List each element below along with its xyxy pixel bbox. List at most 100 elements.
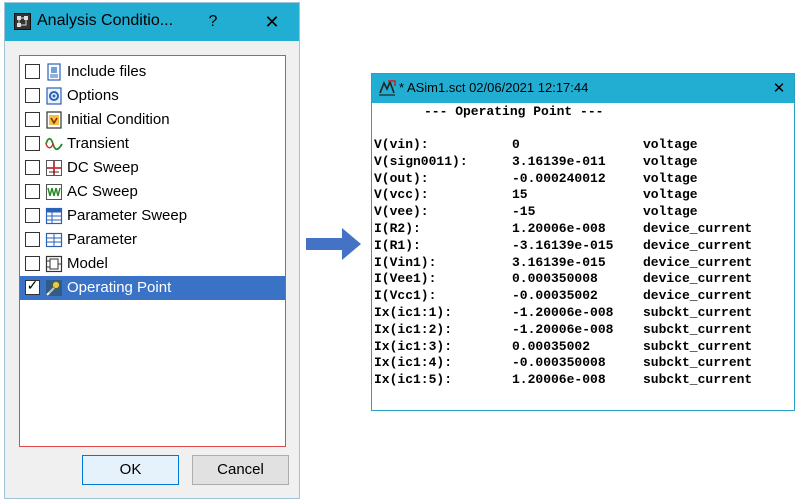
transient-checkbox[interactable]: [25, 136, 40, 151]
item-label: DC Sweep: [67, 159, 139, 176]
node-type: device_current: [643, 271, 753, 287]
node-name: I(R2):: [374, 221, 421, 236]
result-window-title: * ASim1.sct 02/06/2021 12:17:44: [399, 80, 589, 95]
item-label: Include files: [67, 63, 147, 80]
list-item-options[interactable]: Options: [20, 84, 285, 108]
right-arrow-icon: [306, 228, 361, 260]
help-button[interactable]: ?: [201, 7, 225, 37]
node-value: -0.000240012: [512, 170, 606, 186]
node-value: -0.00035002: [512, 288, 598, 304]
ac-sweep-icon: [46, 184, 62, 200]
list-item-operating-point[interactable]: ✓ Operating Point: [20, 276, 285, 300]
checkmark-icon: ✓: [26, 277, 39, 293]
node-type: subckt_current: [643, 338, 753, 354]
table-row: I(Vcc1): -0.00035002 device_current: [372, 288, 794, 305]
dc-sweep-checkbox[interactable]: [25, 160, 40, 175]
close-button[interactable]: ✕: [257, 7, 287, 37]
node-name: I(Vcc1):: [374, 288, 437, 304]
dc-sweep-icon: [46, 160, 62, 176]
node-name: I(Vee1):: [374, 271, 437, 287]
result-close-button[interactable]: ✕: [766, 74, 792, 103]
node-value: 1.20006e-008: [512, 221, 606, 236]
model-checkbox[interactable]: [25, 256, 40, 271]
table-row: I(R2): 1.20006e-008 device_current: [372, 221, 794, 238]
cancel-button[interactable]: Cancel: [192, 455, 289, 485]
parameter-icon: [45, 232, 63, 248]
node-value: 0: [512, 137, 520, 152]
node-type: device_current: [643, 237, 753, 253]
table-row: Ix(ic1:3): 0.00035002 subckt_current: [372, 339, 794, 356]
dialog-titlebar[interactable]: Analysis Conditio... ? ✕: [5, 3, 299, 41]
node-value: 0.000350008: [512, 271, 598, 287]
list-item-parameter[interactable]: Parameter: [20, 228, 285, 252]
node-name: Ix(ic1:4):: [374, 355, 453, 371]
node-type: device_current: [643, 221, 753, 236]
node-name: V(vee):: [374, 204, 429, 220]
node-name: I(R1):: [374, 237, 421, 253]
parameter-checkbox[interactable]: [25, 232, 40, 247]
operating-point-icon: [46, 280, 62, 296]
ac-sweep-checkbox[interactable]: [25, 184, 40, 199]
ok-button[interactable]: OK: [82, 455, 179, 485]
simulation-app-icon: [379, 79, 396, 96]
node-type: subckt_current: [643, 305, 753, 320]
item-label: Options: [67, 87, 119, 104]
parameter-sweep-icon: [45, 207, 63, 225]
table-row: I(Vee1): 0.000350008 device_current: [372, 271, 794, 288]
analysis-type-list: Include files Options Initial Condition: [19, 55, 286, 447]
list-item-ac-sweep[interactable]: AC Sweep: [20, 180, 285, 204]
node-type: subckt_current: [643, 321, 753, 337]
item-label: Parameter Sweep: [67, 207, 188, 224]
item-label: Model: [67, 255, 108, 272]
list-item-transient[interactable]: Transient: [20, 132, 285, 156]
operating-point-checkbox[interactable]: ✓: [25, 277, 40, 295]
node-type: subckt_current: [643, 355, 753, 371]
node-type: voltage: [643, 153, 698, 169]
node-name: V(sign0011):: [374, 153, 468, 169]
node-type: device_current: [643, 254, 753, 270]
item-label: Parameter: [67, 231, 138, 248]
node-name: Ix(ic1:5):: [374, 372, 453, 388]
table-row: V(vcc): 15 voltage: [372, 187, 794, 204]
options-checkbox[interactable]: [25, 88, 40, 103]
item-label: Transient: [67, 135, 129, 152]
table-row: I(Vin1): 3.16139e-015 device_current: [372, 255, 794, 272]
node-type: voltage: [643, 187, 698, 203]
table-row: V(vin): 0 voltage: [372, 137, 794, 154]
node-type: voltage: [643, 204, 698, 220]
options-icon: [46, 87, 62, 105]
operating-point-heading: --- Operating Point ---: [424, 104, 604, 119]
table-row: Ix(ic1:2): -1.20006e-008 subckt_current: [372, 322, 794, 339]
list-item-model[interactable]: Model: [20, 252, 285, 276]
include-files-icon: [47, 63, 61, 81]
item-label: Operating Point: [67, 279, 172, 296]
item-label: AC Sweep: [67, 183, 138, 200]
initial-condition-checkbox[interactable]: [25, 112, 40, 127]
node-name: Ix(ic1:1):: [374, 305, 453, 320]
node-value: 0.00035002: [512, 338, 591, 354]
node-value: 3.16139e-015: [512, 254, 606, 270]
table-row: I(R1): -3.16139e-015 device_current: [372, 238, 794, 255]
dialog-title: Analysis Conditio...: [37, 12, 174, 29]
item-label: Initial Condition: [67, 111, 170, 128]
parameter-sweep-checkbox[interactable]: [25, 208, 40, 223]
table-row: V(sign0011): 3.16139e-011 voltage: [372, 154, 794, 171]
node-value: 1.20006e-008: [512, 372, 606, 388]
result-titlebar[interactable]: * ASim1.sct 02/06/2021 12:17:44 ✕: [372, 74, 794, 103]
table-row: Ix(ic1:1): -1.20006e-008 subckt_current: [372, 305, 794, 322]
initial-condition-icon: [46, 111, 62, 129]
node-name: Ix(ic1:3):: [374, 338, 453, 354]
node-name: Ix(ic1:2):: [374, 321, 453, 337]
node-name: V(vcc):: [374, 187, 429, 203]
list-item-initial-condition[interactable]: Initial Condition: [20, 108, 285, 132]
model-icon: [45, 255, 63, 273]
table-row: Ix(ic1:5): 1.20006e-008 subckt_current: [372, 372, 794, 389]
include-files-checkbox[interactable]: [25, 64, 40, 79]
node-name: V(vin):: [374, 137, 429, 152]
node-name: V(out):: [374, 170, 429, 186]
transient-icon: [45, 137, 63, 151]
list-item-include-files[interactable]: Include files: [20, 60, 285, 84]
node-value: 15: [512, 187, 528, 203]
list-item-dc-sweep[interactable]: DC Sweep: [20, 156, 285, 180]
list-item-parameter-sweep[interactable]: Parameter Sweep: [20, 204, 285, 228]
